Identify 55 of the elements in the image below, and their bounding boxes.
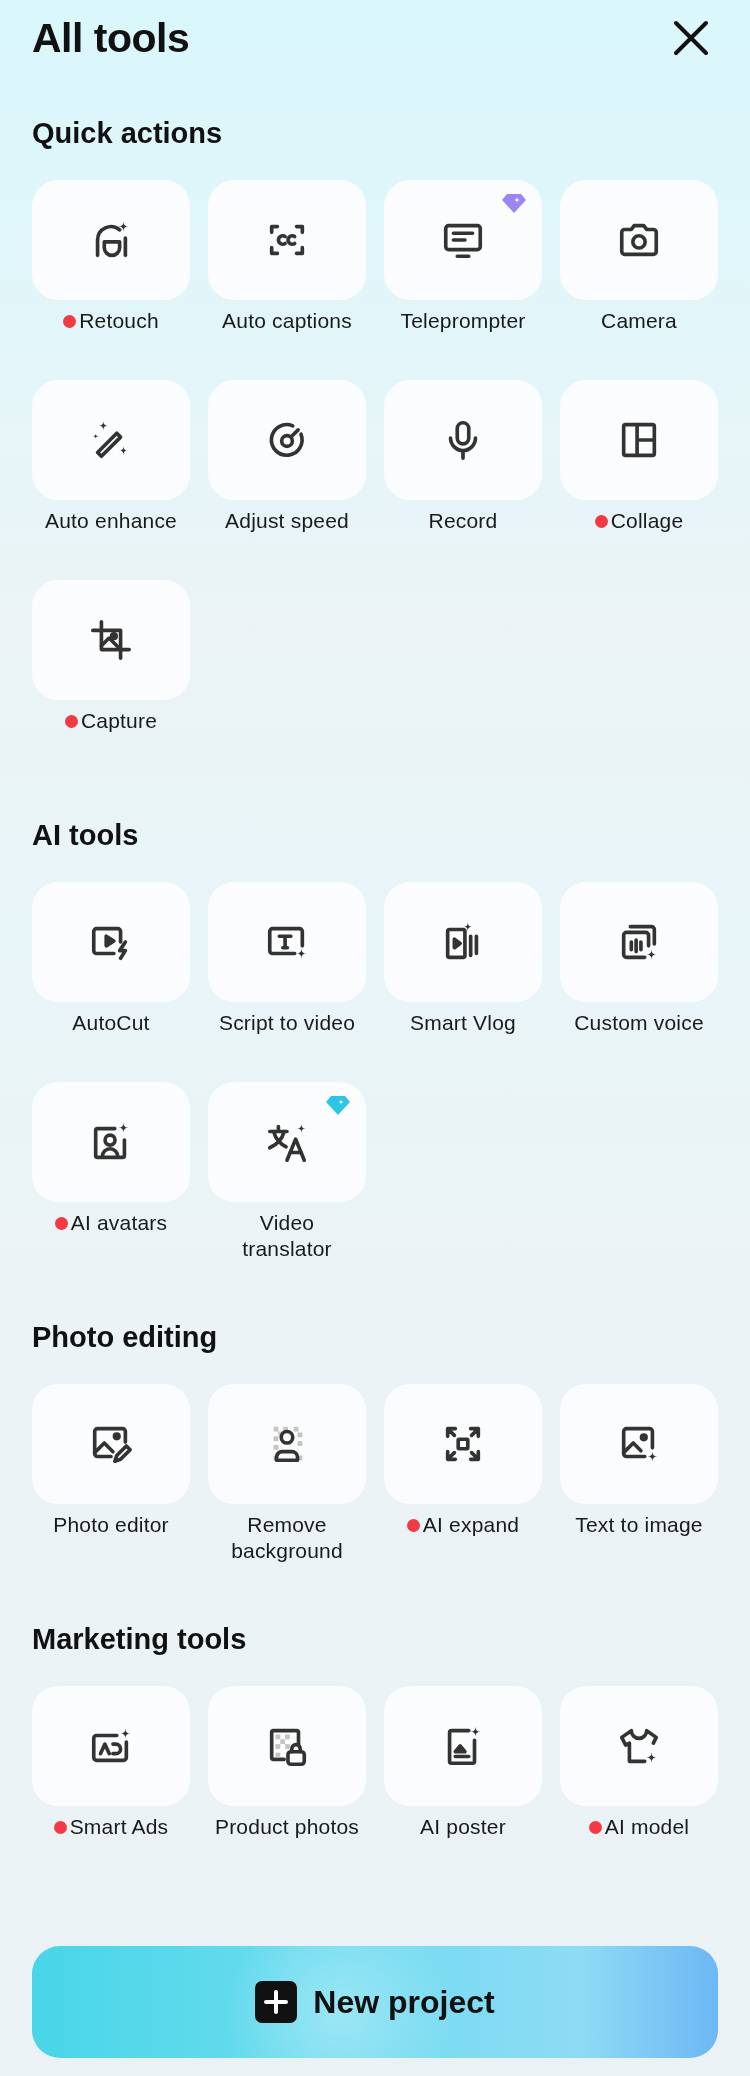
tool-tile[interactable] (384, 1686, 542, 1806)
tool-label: Custom voice (574, 1010, 704, 1036)
tool-label: Photo editor (53, 1512, 169, 1538)
tool-tile[interactable] (32, 882, 190, 1002)
tool-label: Smart Ads (69, 1814, 169, 1840)
tool-tile[interactable] (32, 580, 190, 700)
section-heading: Photo editing (32, 1320, 219, 1355)
new-project-button[interactable]: New project (32, 1946, 718, 2058)
crop-icon (88, 617, 134, 663)
tool-label: Remove background (231, 1512, 343, 1564)
tool-tile[interactable] (208, 1384, 366, 1504)
tool-label: AI avatars (70, 1210, 168, 1236)
section-heading: Marketing tools (32, 1622, 248, 1657)
tool-label: Smart Vlog (410, 1010, 516, 1036)
tool-label: Text to image (575, 1512, 703, 1538)
tool-tile[interactable] (208, 1082, 366, 1202)
tool-label: Auto enhance (45, 508, 177, 534)
tool-label: AI model (604, 1814, 690, 1840)
tool-label: Product photos (214, 1814, 360, 1840)
tool-tile[interactable] (32, 180, 190, 300)
tool-tile[interactable] (384, 180, 542, 300)
tool-tile[interactable] (560, 1686, 718, 1806)
page-title: All tools (32, 14, 190, 62)
tool-label: AI poster (420, 1814, 506, 1840)
tool-label: Collage (610, 508, 684, 534)
tool-tile[interactable] (208, 1686, 366, 1806)
section-heading: Quick actions (32, 116, 224, 151)
plus-icon (255, 1981, 298, 2023)
tool-label: Retouch (79, 308, 159, 334)
tool-label: Record (428, 508, 498, 534)
tool-tile[interactable] (208, 882, 366, 1002)
tool-tile[interactable] (32, 1082, 190, 1202)
tool-label: AI expand (422, 1512, 520, 1538)
tool-label: Capture (80, 708, 158, 734)
tool-tile[interactable] (560, 380, 718, 500)
tool-label: Camera (601, 308, 677, 334)
tool-label: Script to video (218, 1010, 356, 1036)
tool-tile[interactable] (32, 1686, 190, 1806)
tool-label: Video translator (242, 1210, 332, 1262)
tool-tile[interactable] (208, 380, 366, 500)
tool-tile[interactable] (32, 380, 190, 500)
tool-tile[interactable] (560, 1384, 718, 1504)
tool-tile[interactable] (32, 1384, 190, 1504)
section-heading: AI tools (32, 818, 140, 853)
tool-label: Auto captions (222, 308, 352, 334)
tool-tile[interactable] (384, 882, 542, 1002)
close-button[interactable] (672, 19, 710, 57)
tool-label: AutoCut (72, 1010, 150, 1036)
tool-label: Teleprompter (400, 308, 526, 334)
tool-tile[interactable] (384, 380, 542, 500)
tool-label: Adjust speed (225, 508, 349, 534)
tool-tile[interactable] (384, 1384, 542, 1504)
tool-tile[interactable] (560, 180, 718, 300)
tool-tile[interactable] (208, 180, 366, 300)
tool-tile[interactable] (560, 882, 718, 1002)
